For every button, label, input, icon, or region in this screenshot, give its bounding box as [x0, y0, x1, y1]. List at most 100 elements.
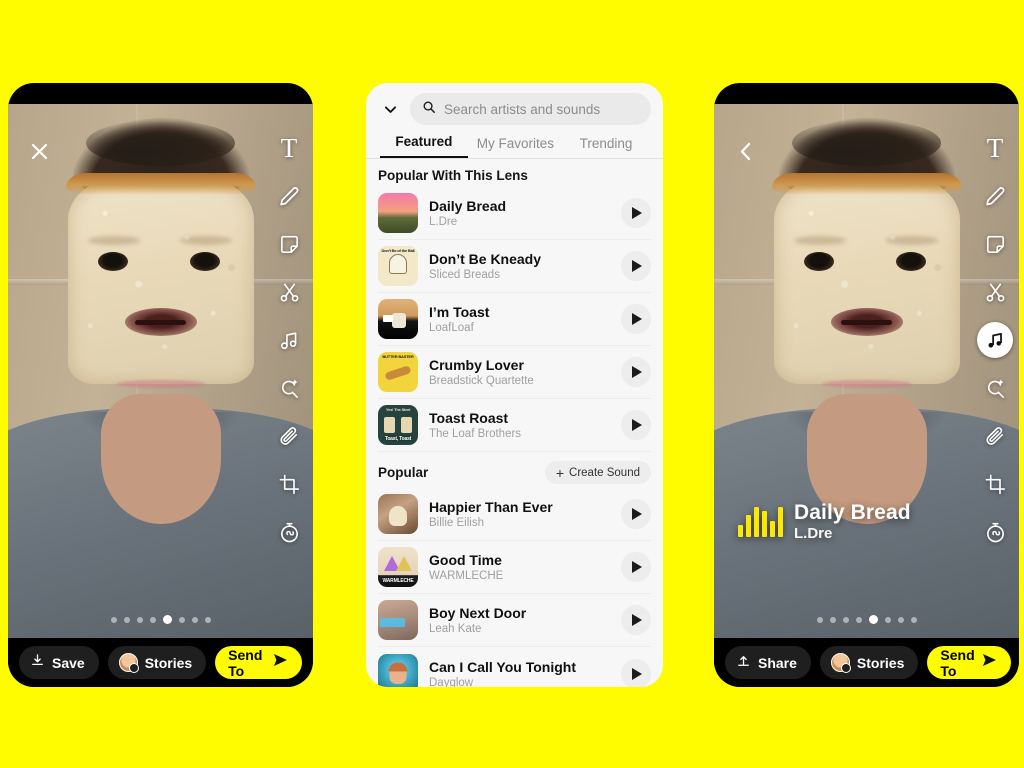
music-sticker[interactable]: Daily Bread L.Dre [738, 501, 911, 543]
draw-tool-icon[interactable] [977, 178, 1013, 214]
share-button[interactable]: Share [725, 646, 811, 679]
play-icon[interactable] [621, 357, 651, 387]
section-header-popular: Popular + Create Sound [378, 452, 651, 488]
sticker-tool-icon[interactable] [271, 226, 307, 262]
paperclip-tool-icon[interactable] [977, 418, 1013, 454]
tab-trending[interactable]: Trending [563, 136, 649, 158]
camera-preview-right[interactable] [714, 104, 1019, 638]
music-tool-icon[interactable] [271, 322, 307, 358]
track-row[interactable]: Can I Call You Tonight Dayglow [378, 647, 651, 687]
play-icon[interactable] [621, 251, 651, 281]
play-triangle [632, 366, 642, 378]
track-meta: I’m Toast LoafLoaf [429, 304, 610, 334]
send-to-button-left[interactable]: Send To [215, 646, 302, 679]
track-meta: Crumby Lover Breadstick Quartette [429, 357, 610, 387]
track-list[interactable]: Popular With This Lens Daily Bread L.Dre… [366, 159, 663, 687]
save-button[interactable]: Save [19, 646, 99, 679]
album-art: Yes! The Steel Toast, Toast [378, 405, 418, 445]
play-icon[interactable] [621, 198, 651, 228]
track-row[interactable]: Yes! The Steel Toast, Toast Toast Roast … [378, 399, 651, 452]
magic-wand-tool-icon[interactable] [977, 370, 1013, 406]
tab-featured[interactable]: Featured [380, 134, 468, 158]
track-row[interactable]: Daily Bread L.Dre [378, 187, 651, 240]
stories-button-right[interactable]: Stories [819, 646, 919, 679]
play-icon[interactable] [621, 605, 651, 635]
track-meta: Happier Than Ever Billie Eilish [429, 499, 610, 529]
scissors-tool-icon[interactable] [271, 274, 307, 310]
carousel-dot[interactable] [204, 616, 211, 623]
play-icon[interactable] [621, 552, 651, 582]
sticker-tool-icon[interactable] [977, 226, 1013, 262]
carousel-dot[interactable] [191, 616, 198, 623]
play-triangle [632, 508, 642, 520]
carousel-dot[interactable] [110, 616, 117, 623]
music-tool-icon-active[interactable] [977, 322, 1013, 358]
carousel-dot[interactable] [136, 616, 143, 623]
carousel-dot[interactable] [149, 616, 156, 623]
carousel-dot[interactable] [855, 616, 862, 623]
close-icon[interactable] [24, 136, 54, 166]
crop-tool-icon[interactable] [977, 466, 1013, 502]
play-icon[interactable] [621, 410, 651, 440]
music-panel-header: Search artists and sounds Featured My Fa… [366, 83, 663, 159]
play-icon[interactable] [621, 499, 651, 529]
plus-icon: + [555, 464, 565, 481]
eyebrow-left [87, 236, 140, 245]
play-icon[interactable] [621, 658, 651, 687]
section-title: Popular With This Lens [378, 168, 528, 183]
text-tool-icon[interactable]: T [271, 130, 307, 166]
track-artist: L.Dre [429, 216, 458, 228]
stories-button-left[interactable]: Stories [107, 646, 207, 679]
tab-my-favorites[interactable]: My Favorites [468, 136, 563, 158]
bread-face-lens [771, 173, 962, 388]
timer-tool-icon[interactable] [977, 514, 1013, 550]
carousel-dot[interactable] [123, 616, 130, 623]
carousel-dot[interactable] [842, 616, 849, 623]
track-artist: Breadstick Quartette [429, 375, 534, 387]
track-title: Toast Roast [429, 410, 509, 426]
music-sticker-artist: L.Dre [794, 525, 833, 543]
back-icon[interactable] [730, 136, 760, 166]
magic-wand-tool-icon[interactable] [271, 370, 307, 406]
track-artist: Dayglow [429, 676, 474, 688]
camera-preview-left[interactable] [8, 104, 313, 638]
scissors-tool-icon[interactable] [977, 274, 1013, 310]
carousel-dot[interactable] [897, 616, 904, 623]
stories-label: Stories [144, 654, 193, 671]
text-tool-icon[interactable]: T [977, 130, 1013, 166]
track-row[interactable]: I’m Toast LoafLoaf [378, 293, 651, 346]
music-picker-panel: Search artists and sounds Featured My Fa… [366, 83, 663, 687]
carousel-dot-active[interactable] [868, 615, 878, 624]
track-row[interactable]: Happier Than Ever Billie Eilish [378, 488, 651, 541]
timer-tool-icon[interactable] [271, 514, 307, 550]
crop-tool-icon[interactable] [271, 466, 307, 502]
create-sound-button[interactable]: + Create Sound [544, 461, 651, 484]
send-to-button-right[interactable]: Send To [927, 646, 1011, 679]
chevron-down-icon[interactable] [378, 95, 402, 123]
track-artist: The Loaf Brothers [429, 428, 522, 440]
carousel-dot-active[interactable] [162, 615, 172, 624]
track-row[interactable]: BUTTER BASTER Crumby Lover Breadstick Qu… [378, 346, 651, 399]
play-icon[interactable] [621, 304, 651, 334]
carousel-dot[interactable] [829, 616, 836, 623]
track-row[interactable]: WARMLECHE Good Time WARMLECHE [378, 541, 651, 594]
carousel-dot[interactable] [910, 616, 917, 623]
save-label: Save [52, 654, 85, 671]
draw-tool-icon[interactable] [271, 178, 307, 214]
left-lens-carousel[interactable] [110, 615, 211, 624]
neck [100, 394, 221, 524]
track-title: Good Time [429, 552, 502, 568]
eq-bar [738, 524, 743, 537]
right-lens-carousel[interactable] [816, 615, 917, 624]
album-art [378, 600, 418, 640]
search-input[interactable]: Search artists and sounds [410, 93, 651, 125]
carousel-dot[interactable] [816, 616, 823, 623]
track-row[interactable]: Don’t Be of the Ball Don’t Be Kneady Sli… [378, 240, 651, 293]
bread-crust [771, 173, 962, 195]
music-tabs: Featured My Favorites Trending [378, 134, 651, 158]
track-row[interactable]: Boy Next Door Leah Kate [378, 594, 651, 647]
carousel-dot[interactable] [178, 616, 185, 623]
track-artist: WARMLECHE [429, 570, 504, 582]
paperclip-tool-icon[interactable] [271, 418, 307, 454]
carousel-dot[interactable] [884, 616, 891, 623]
